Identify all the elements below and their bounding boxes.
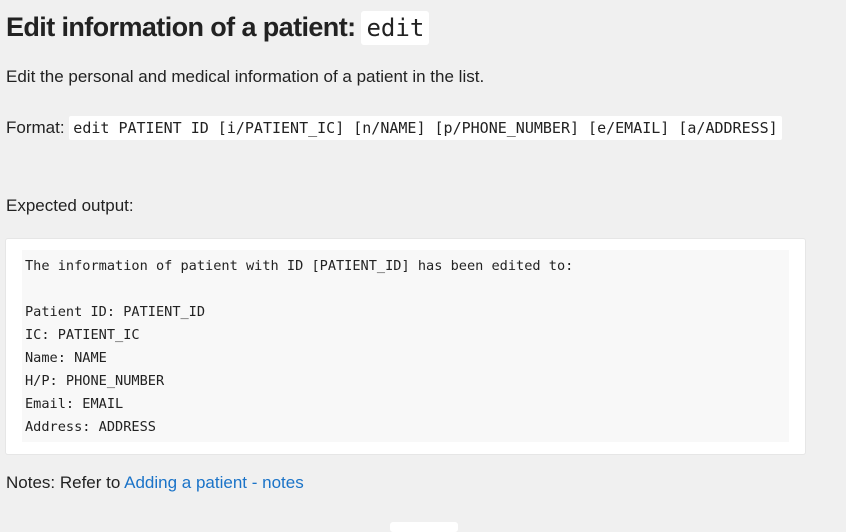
output-line: Address: ADDRESS: [25, 419, 156, 435]
notes-prefix: Notes: Refer to: [6, 473, 121, 492]
expected-output-label: Expected output:: [6, 196, 134, 215]
output-line: Name: NAME: [25, 350, 107, 366]
section-heading: Edit information of a patient: edit: [6, 10, 430, 45]
adding-patient-notes-link[interactable]: Adding a patient - notes: [124, 473, 304, 492]
notes-text: Notes: Refer to Adding a patient - notes: [6, 472, 304, 494]
format-code: edit PATIENT ID [i/PATIENT_IC] [n/NAME] …: [69, 116, 782, 140]
command-code-chip: edit: [361, 11, 430, 45]
heading-text: Edit information of a patient:: [6, 12, 356, 42]
output-line: The information of patient with ID [PATI…: [25, 258, 574, 274]
output-line: Patient ID: PATIENT_ID: [25, 304, 206, 320]
output-line: Email: EMAIL: [25, 396, 124, 412]
expected-output-box: The information of patient with ID [PATI…: [6, 239, 805, 454]
output-line: H/P: PHONE_NUMBER: [25, 373, 165, 389]
description-text: Edit the personal and medical informatio…: [6, 67, 485, 86]
format-line: Format: edit PATIENT ID [i/PATIENT_IC] […: [6, 113, 806, 143]
format-label: Format:: [6, 118, 65, 137]
next-section-chip: [390, 522, 458, 532]
output-line: IC: PATIENT_IC: [25, 327, 140, 343]
expected-output-code: The information of patient with ID [PATI…: [22, 250, 789, 442]
